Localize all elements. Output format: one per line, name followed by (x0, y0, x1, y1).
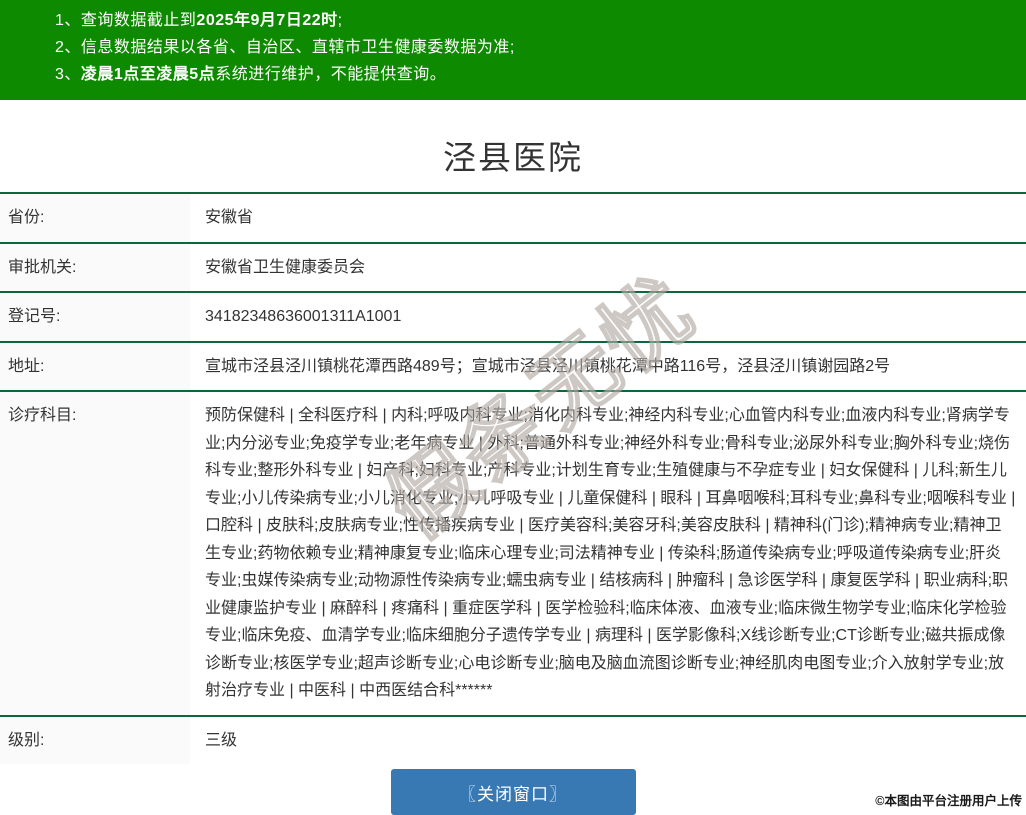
notice-text: 查询数据截止到 (81, 12, 197, 29)
row-label: 地址: (0, 343, 190, 391)
row-label: 审批机关: (0, 244, 190, 292)
notice-line-2: 2、信息数据结果以各省、自治区、直辖市卫生健康委数据为准; (0, 34, 1026, 61)
page-title: 泾县医院 (0, 136, 1026, 180)
notice-number: 1、 (55, 12, 81, 29)
row-label: 级别: (0, 717, 190, 765)
row-value: 安徽省卫生健康委员会 (190, 244, 1026, 292)
notice-text: 信息数据结果以各省、自治区、直辖市卫生健康委数据为准; (81, 39, 515, 56)
notice-text: ; (338, 12, 343, 29)
row-label: 登记号: (0, 293, 190, 341)
row-value: 34182348636001311A1001 (190, 293, 1026, 341)
row-label: 省份: (0, 194, 190, 242)
row-value: 预防保健科 | 全科医疗科 | 内科;呼吸内科专业;消化内科专业;神经内科专业;… (190, 392, 1026, 715)
notice-number: 3、 (55, 66, 81, 83)
notice-number: 2、 (55, 39, 81, 56)
button-row: 〖关闭窗口〗 (0, 769, 1026, 815)
table-row-approval-authority: 审批机关: 安徽省卫生健康委员会 (0, 242, 1026, 292)
table-row-registration-number: 登记号: 34182348636001311A1001 (0, 291, 1026, 341)
table-row-departments: 诊疗科目: 预防保健科 | 全科医疗科 | 内科;呼吸内科专业;消化内科专业;神… (0, 390, 1026, 715)
table-row-province: 省份: 安徽省 (0, 192, 1026, 242)
notice-line-1: 1、查询数据截止到2025年9月7日22时; (0, 7, 1026, 34)
hospital-info-table: 省份: 安徽省 审批机关: 安徽省卫生健康委员会 登记号: 3418234863… (0, 192, 1026, 764)
row-value: 宣城市泾县泾川镇桃花潭西路489号；宣城市泾县泾川镇桃花潭中路116号，泾县泾川… (190, 343, 1026, 391)
table-row-level: 级别: 三级 (0, 715, 1026, 765)
uploader-caption: ©本图由平台注册用户上传 (875, 790, 1022, 809)
notice-text: 系统进行维护，不能提供查询。 (215, 66, 446, 83)
table-row-address: 地址: 宣城市泾县泾川镇桃花潭西路489号；宣城市泾县泾川镇桃花潭中路116号，… (0, 341, 1026, 391)
row-value: 三级 (190, 717, 1026, 765)
row-value: 安徽省 (190, 194, 1026, 242)
notice-text-bold: 凌晨1点至凌晨5点 (81, 66, 215, 83)
close-window-button[interactable]: 〖关闭窗口〗 (391, 769, 636, 815)
notice-text-bold: 2025年9月7日22时 (196, 12, 337, 29)
row-label: 诊疗科目: (0, 392, 190, 715)
notice-header: 1、查询数据截止到2025年9月7日22时; 2、信息数据结果以各省、自治区、直… (0, 0, 1026, 100)
notice-line-3: 3、凌晨1点至凌晨5点系统进行维护，不能提供查询。 (0, 61, 1026, 88)
